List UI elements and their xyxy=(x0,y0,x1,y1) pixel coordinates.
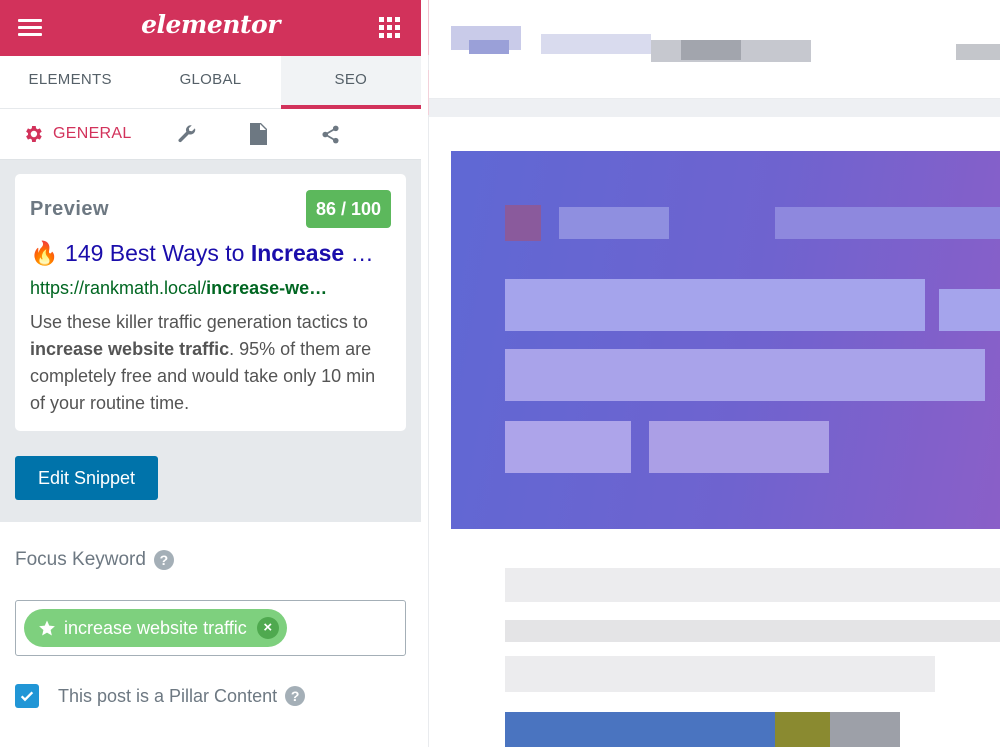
pillar-content-checkbox[interactable] xyxy=(15,684,39,708)
pillar-content-label: This post is a Pillar Content xyxy=(58,685,278,706)
blurred-text-line xyxy=(505,568,1000,602)
serp-url-base: https://rankmath.local/ xyxy=(30,278,207,298)
subtab-schema[interactable] xyxy=(249,109,267,159)
blurred-heading-line xyxy=(505,279,925,331)
seo-subtabs: GENERAL xyxy=(0,109,421,160)
fire-emoji-icon: 🔥 xyxy=(30,240,59,266)
subtab-general-label: GENERAL xyxy=(53,125,132,142)
serp-desc-keyword: increase website traffic xyxy=(30,339,230,359)
gear-icon xyxy=(26,126,42,142)
help-icon[interactable]: ? xyxy=(285,686,306,706)
subtab-general[interactable]: GENERAL xyxy=(22,109,132,159)
serp-title-ellipsis: … xyxy=(344,240,374,266)
keyword-section: Focus Keyword ? increase website traffic… xyxy=(0,522,421,747)
subtab-advanced[interactable] xyxy=(176,109,197,159)
blurred-block xyxy=(559,207,669,239)
blurred-avatar xyxy=(505,205,541,241)
remove-keyword-icon[interactable]: × xyxy=(256,617,279,639)
blurred-block xyxy=(956,44,1000,60)
blurred-block xyxy=(775,207,1000,239)
wrench-icon xyxy=(178,124,196,142)
document-icon xyxy=(250,123,267,145)
preview-heading: Preview xyxy=(30,198,110,220)
blurred-text-line xyxy=(505,656,935,692)
focus-keyword-input[interactable]: increase website traffic × xyxy=(15,600,406,656)
subtab-social[interactable] xyxy=(320,109,341,159)
top-bar: elementor xyxy=(0,0,421,56)
snippet-preview-card: Preview 86 / 100 🔥 149 Best Ways to Incr… xyxy=(15,174,406,431)
brand-logo: elementor xyxy=(141,10,280,39)
live-page-preview xyxy=(429,0,1000,747)
serp-description: Use these killer traffic generation tact… xyxy=(30,309,395,417)
share-icon xyxy=(322,125,339,143)
blurred-image-detail xyxy=(830,712,900,747)
help-icon[interactable]: ? xyxy=(153,550,174,570)
blurred-block xyxy=(541,34,651,54)
blurred-block xyxy=(681,40,741,60)
blurred-block xyxy=(469,40,509,54)
star-icon xyxy=(39,620,55,636)
serp-url-slug: increase-we… xyxy=(206,278,328,298)
seo-score-badge: 86 / 100 xyxy=(305,190,391,228)
blurred-heading-line xyxy=(505,421,631,473)
apps-grid-icon[interactable] xyxy=(379,17,401,39)
serp-url: https://rankmath.local/increase-we… xyxy=(30,278,390,299)
blurred-heading-line xyxy=(649,421,829,473)
keyword-tag[interactable]: increase website traffic × xyxy=(24,609,287,647)
keyword-tag-label: increase website traffic xyxy=(64,617,247,638)
serp-title-keyword: Increase xyxy=(250,240,345,266)
preview-site-header xyxy=(429,0,1000,99)
tab-seo[interactable]: SEO xyxy=(280,56,421,109)
blurred-image-detail xyxy=(775,712,830,747)
blurred-heading-line xyxy=(939,289,1000,331)
serp-title: 🔥 149 Best Ways to Increase … xyxy=(30,240,390,267)
panel-tabs: ELEMENTS GLOBAL SEO xyxy=(0,56,421,109)
blurred-heading-line xyxy=(505,349,985,401)
tab-elements[interactable]: ELEMENTS xyxy=(0,56,140,108)
pillar-content-row: This post is a Pillar Content ? xyxy=(15,684,306,708)
preview-strip xyxy=(429,99,1000,117)
edit-snippet-button[interactable]: Edit Snippet xyxy=(15,456,158,500)
blurred-text-line xyxy=(505,620,1000,642)
focus-keyword-label: Focus Keyword ? xyxy=(15,549,174,571)
checkmark-icon xyxy=(20,691,34,702)
serp-title-text: 149 Best Ways to xyxy=(65,240,251,266)
blurred-hero-banner xyxy=(451,151,1000,529)
serp-desc-text-1: Use these killer traffic generation tact… xyxy=(30,312,368,332)
focus-keyword-text: Focus Keyword xyxy=(15,549,146,570)
tab-global[interactable]: GLOBAL xyxy=(140,56,280,108)
editor-panel: elementor ELEMENTS GLOBAL SEO GENERAL Pr… xyxy=(0,0,421,747)
